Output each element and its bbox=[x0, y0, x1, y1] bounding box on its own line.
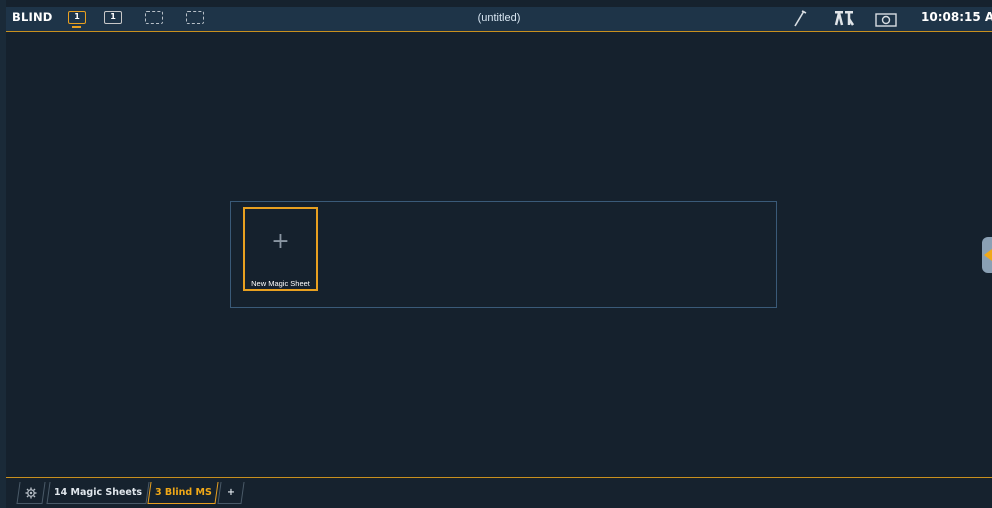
gear-icon bbox=[25, 482, 37, 504]
plus-icon: + bbox=[227, 487, 235, 498]
new-magic-sheet-button[interactable]: + New Magic Sheet bbox=[243, 207, 318, 291]
tab-bar: 14 Magic Sheets 3 Blind MS + bbox=[6, 477, 992, 508]
camera-icon[interactable] bbox=[875, 12, 897, 31]
screen-stand bbox=[72, 26, 81, 28]
clock: 10:08:15 AM bbox=[921, 10, 992, 24]
add-tab-button[interactable]: + bbox=[217, 482, 245, 504]
top-bar: BLIND 1 1 (untitled) 10:08:15 AM bbox=[6, 7, 992, 32]
tab-label: 14 Magic Sheets bbox=[53, 487, 143, 498]
pen-icon[interactable] bbox=[793, 8, 807, 32]
plus-icon: + bbox=[271, 229, 290, 254]
side-panel-handle[interactable] bbox=[982, 237, 992, 273]
tab-blind-ms[interactable]: 3 Blind MS bbox=[147, 482, 219, 504]
chevron-left-icon bbox=[984, 249, 992, 261]
tab-label: 3 Blind MS bbox=[154, 487, 212, 498]
fader-icon[interactable] bbox=[834, 10, 855, 30]
tab-magic-sheets[interactable]: 14 Magic Sheets bbox=[46, 482, 150, 504]
tab-settings[interactable] bbox=[16, 482, 46, 504]
new-magic-sheet-label: New Magic Sheet bbox=[251, 279, 310, 288]
